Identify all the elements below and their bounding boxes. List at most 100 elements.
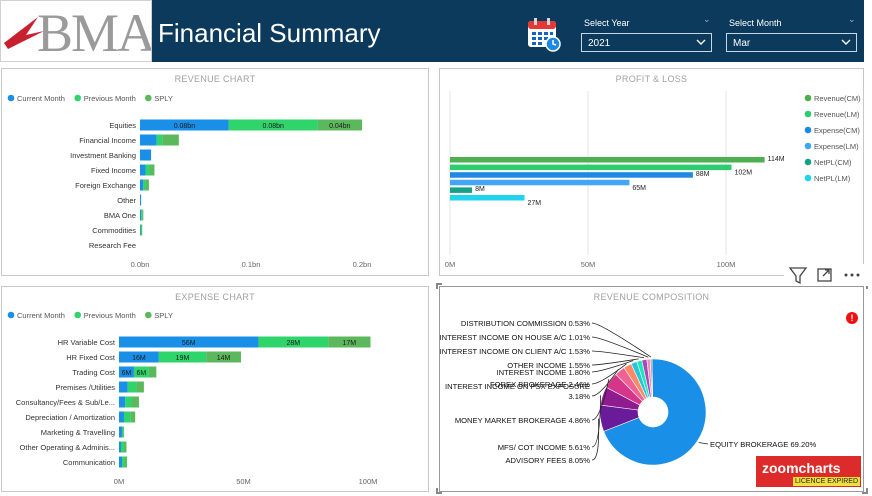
legend-label: SPLY (154, 311, 173, 320)
data-label: 0.04bn (329, 123, 351, 130)
legend-marker (145, 94, 152, 102)
more-options-icon[interactable] (844, 273, 860, 277)
x-tick-label: 0M (114, 477, 124, 486)
category-label: BMA One (104, 211, 136, 220)
slice-label: INTEREST INCOME ON HOUSE A/C 1.01% (440, 333, 590, 342)
legend-marker (145, 311, 152, 319)
bar-segment (149, 164, 155, 176)
category-label: Depreciation / Amortization (25, 413, 115, 422)
bar-segment (119, 411, 124, 423)
category-label: Communication (63, 458, 115, 467)
expense-chart-panel: EXPENSE CHART Current Month Previous Mont… (1, 286, 429, 492)
legend-marker (804, 94, 812, 102)
legend-label: Expense(LM) (814, 142, 859, 151)
legend-label: Current Month (17, 94, 65, 103)
legend-label: NetPL(CM) (814, 158, 852, 167)
chevron-down-icon (696, 39, 706, 45)
zoomcharts-watermark: zoomcharts LICENCE EXPIRED (756, 456, 861, 487)
slice-label: OTHER INCOME 1.55% (507, 361, 590, 370)
revenue-chart-panel: REVENUE CHART Current Month Previous Mont… (1, 68, 429, 276)
data-label: 114M (768, 156, 785, 163)
slice-label: MFS/ COT INCOME 5.61% (498, 443, 591, 452)
slice-label: DISTRIBUTION COMMISSION 0.53% (461, 319, 590, 328)
bar-segment (123, 441, 127, 453)
profit-loss-chart: 0M 50M 100M 114M Revenue(CM) 102M Revenue(LM) 8… (445, 91, 861, 269)
info-icon[interactable]: ! (846, 312, 858, 324)
x-tick-label: 0.2bn (353, 260, 372, 269)
select-month-chevron-icon[interactable]: ⌄ (848, 14, 856, 25)
select-month-value: Mar (733, 38, 751, 49)
legend-label: Revenue(CM) (814, 94, 861, 103)
category-label: Other Operating & Adminis... (20, 443, 115, 452)
select-year-dropdown[interactable]: 2021 (581, 33, 712, 52)
bar-segment (136, 381, 144, 393)
legend-label: SPLY (154, 94, 173, 103)
data-label: 0.08bn (262, 123, 284, 130)
bar-segment (119, 426, 122, 438)
data-label: 8M (475, 186, 485, 193)
category-label: Financial Income (79, 136, 136, 145)
slice-label: INTEREST INCOME ON CLIENT A/C 1.53% (440, 347, 590, 356)
data-label: 56M (182, 340, 196, 347)
x-tick-label: 0.0bn (131, 260, 150, 269)
filter-icon[interactable] (788, 267, 808, 285)
legend-marker (7, 311, 15, 319)
bar (450, 172, 693, 178)
calendar-icon (528, 18, 561, 52)
category-label: Marketing & Travelling (41, 428, 115, 437)
selection-handle[interactable] (436, 488, 442, 494)
data-label: 6M (122, 370, 132, 377)
legend-marker (804, 126, 812, 134)
bar-segment (119, 441, 121, 453)
data-label: 65M (632, 185, 646, 192)
category-label: Foreign Exchange (75, 181, 136, 190)
chevron-down-icon (841, 39, 851, 45)
category-label: Other (117, 196, 136, 205)
selection-handle[interactable] (436, 283, 442, 289)
zoomcharts-name: zoomcharts (762, 460, 841, 476)
bar-segment (142, 209, 144, 221)
legend-marker (7, 94, 15, 102)
bar-segment (140, 179, 144, 191)
select-month-label: Select Month (729, 18, 782, 28)
header-bar: BMA Financial Summary Select Year ⌄ 2021… (0, 0, 864, 62)
bar-segment (121, 456, 125, 468)
bar (450, 164, 732, 171)
legend-marker (804, 158, 812, 166)
select-year-chevron-icon[interactable]: ⌄ (703, 14, 711, 25)
category-label: Trading Cost (72, 368, 116, 377)
legend-marker (74, 94, 81, 102)
bar-segment (162, 134, 179, 146)
bar-segment (145, 179, 149, 191)
legend-label: Revenue(LM) (814, 110, 860, 119)
x-tick-label: 50M (236, 477, 251, 486)
slice-label: MONEY MARKET BROKERAGE 4.86% (455, 416, 590, 425)
leader-line (591, 418, 600, 461)
bar-segment (119, 396, 126, 408)
bar-segment (119, 381, 128, 393)
leader-line (698, 442, 709, 445)
bar-segment (140, 149, 152, 161)
category-label: Fixed Income (91, 166, 136, 175)
category-label: Premises /Utilities (55, 383, 115, 392)
logo-text: BMA (37, 3, 152, 62)
category-label: HR Variable Cost (58, 338, 116, 347)
revenue-chart: Current Month Previous Month SPLY 0.0bn 0.1b… (7, 94, 372, 269)
legend-label: NetPL(LM) (814, 174, 851, 183)
legend-marker (804, 174, 812, 182)
data-label: 88M (696, 171, 710, 178)
bar-segment (141, 224, 143, 236)
bar-segment (123, 411, 131, 423)
x-tick-label: 50M (581, 260, 596, 269)
selection-handle[interactable] (862, 488, 868, 494)
focus-mode-icon[interactable] (817, 268, 832, 282)
bar-segment (140, 224, 142, 236)
x-tick-label: 100M (717, 260, 736, 269)
bar-segment (121, 426, 124, 438)
category-label: Commodities (92, 226, 136, 235)
bar-segment (145, 164, 150, 176)
category-label: Investment Banking (70, 151, 136, 160)
bar-segment (119, 456, 122, 468)
bar-segment (141, 209, 143, 221)
select-month-dropdown[interactable]: Mar (726, 33, 857, 52)
